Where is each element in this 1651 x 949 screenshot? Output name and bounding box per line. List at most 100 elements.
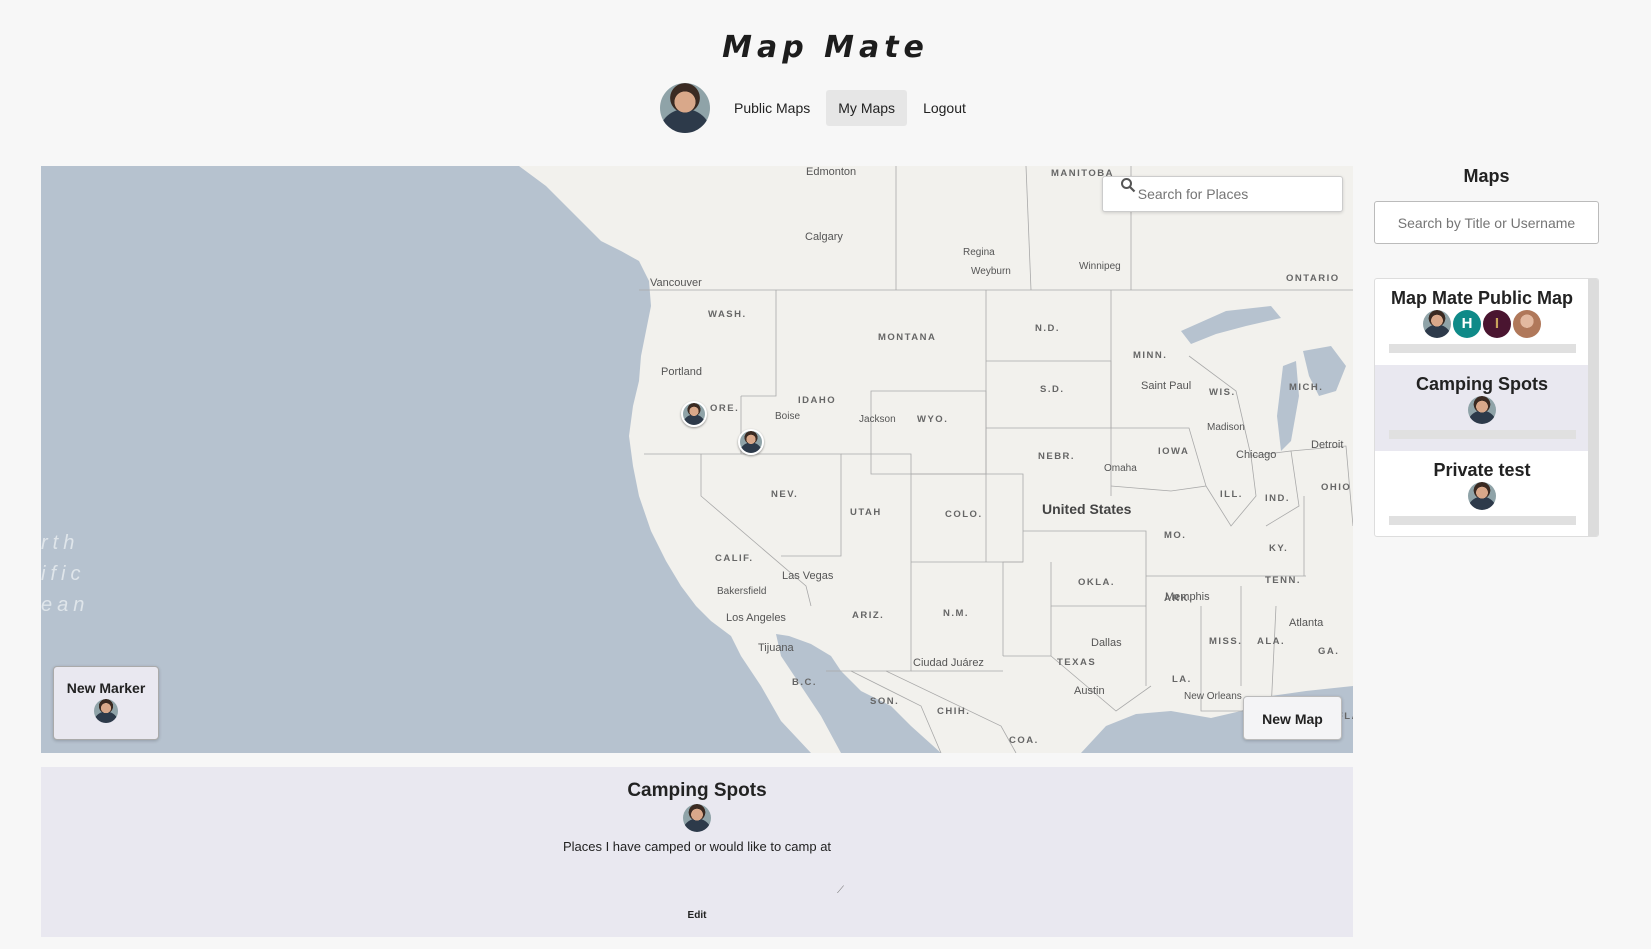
- city-label: Calgary: [805, 231, 843, 243]
- state-label: NEV.: [771, 489, 799, 500]
- state-label: WYO.: [917, 414, 949, 425]
- ocean-label: ean: [41, 594, 90, 616]
- state-label: ALA.: [1257, 636, 1286, 647]
- member-avatar: [1423, 310, 1451, 338]
- city-label: Boise: [775, 411, 801, 422]
- city-label: Portland: [661, 366, 702, 378]
- member-avatars: [1375, 396, 1589, 424]
- map-list-item[interactable]: Camping Spots: [1375, 365, 1589, 451]
- member-avatar: [1513, 310, 1541, 338]
- city-label: Edmonton: [806, 166, 857, 178]
- state-label: MINN.: [1133, 350, 1168, 361]
- new-marker-button[interactable]: New Marker: [53, 666, 159, 740]
- map-item-title: Private test: [1433, 460, 1531, 480]
- state-label: N.M.: [943, 608, 970, 619]
- map-details-title: Camping Spots: [627, 780, 767, 801]
- map-item-title: Map Mate Public Map: [1390, 288, 1574, 308]
- city-label: Detroit: [1311, 439, 1344, 451]
- state-label: SON.: [870, 696, 900, 707]
- member-avatars: H I: [1375, 310, 1589, 338]
- state-label: IND.: [1265, 493, 1290, 504]
- member-avatars: [1375, 482, 1589, 510]
- ocean-label: rth: [41, 532, 80, 554]
- state-label: COA.: [1009, 735, 1039, 746]
- city-label: Tijuana: [758, 642, 794, 654]
- member-avatar: H: [1453, 310, 1481, 338]
- state-label: WIS.: [1209, 387, 1236, 398]
- place-search: [1102, 176, 1343, 212]
- state-label: MISS.: [1209, 636, 1243, 647]
- state-label: NEBR.: [1038, 451, 1076, 462]
- edit-button[interactable]: Edit: [41, 910, 1353, 921]
- state-label: MO.: [1164, 530, 1187, 541]
- state-label: B.C.: [792, 677, 817, 688]
- map-list-item[interactable]: Map Mate Public Map H I: [1375, 279, 1589, 365]
- state-label: LA.: [1172, 674, 1192, 685]
- state-label: ILL.: [1220, 489, 1243, 500]
- ocean-label: ific: [41, 563, 86, 585]
- state-label: CHIH.: [937, 706, 971, 717]
- map-canvas[interactable]: Edmonton Calgary Regina Weyburn Winnipeg…: [41, 166, 1353, 753]
- city-label: Jackson: [859, 414, 896, 425]
- state-label: MICH.: [1289, 382, 1324, 393]
- new-marker-avatar: [94, 699, 118, 723]
- map-search-input[interactable]: [1374, 201, 1599, 244]
- city-label: Atlanta: [1289, 617, 1324, 629]
- city-label: Weyburn: [971, 266, 1011, 277]
- country-label: United States: [1042, 501, 1132, 517]
- user-avatar[interactable]: [660, 83, 710, 133]
- state-label: ONTARIO: [1286, 273, 1340, 284]
- state-label: IDAHO: [798, 395, 837, 406]
- state-label: TEXAS: [1057, 657, 1097, 668]
- city-label: Vancouver: [650, 277, 702, 289]
- map-item-bar: [1389, 430, 1576, 439]
- map-list-item[interactable]: Private test: [1375, 451, 1589, 536]
- map-marker[interactable]: [738, 429, 764, 455]
- member-avatar: [1468, 482, 1496, 510]
- map-details-panel: Camping Spots Places I have camped or wo…: [41, 767, 1353, 937]
- map-description: Places I have camped or would like to ca…: [562, 839, 832, 854]
- state-label: IOWA: [1158, 446, 1190, 457]
- state-label: COLO.: [945, 509, 983, 520]
- city-label: Madison: [1207, 422, 1245, 433]
- state-label: KY.: [1269, 543, 1289, 554]
- city-label: Austin: [1074, 685, 1105, 697]
- state-label: CALIF.: [715, 553, 754, 564]
- map-basemap: [519, 166, 1353, 753]
- state-label: GA.: [1318, 646, 1340, 657]
- city-label: Bakersfield: [717, 586, 767, 597]
- map-item-title: Camping Spots: [1415, 374, 1548, 394]
- main-nav: Public Maps My Maps Logout: [660, 83, 978, 133]
- member-avatar: I: [1483, 310, 1511, 338]
- city-label: New Orleans: [1184, 691, 1242, 702]
- resize-handle-icon[interactable]: ⟋: [837, 885, 844, 896]
- new-marker-label: New Marker: [66, 680, 146, 696]
- nav-my-maps[interactable]: My Maps: [826, 90, 908, 126]
- map-item-bar: [1389, 516, 1576, 525]
- nav-logout[interactable]: Logout: [911, 90, 978, 126]
- city-label: Regina: [963, 247, 995, 258]
- city-label: Chicago: [1236, 449, 1277, 461]
- state-label: ARIZ.: [852, 610, 885, 621]
- scrollbar[interactable]: [1588, 279, 1598, 536]
- city-label: Dallas: [1091, 637, 1122, 649]
- map-marker[interactable]: [681, 401, 707, 427]
- state-label: TENN.: [1265, 575, 1301, 586]
- sidebar-title: Maps: [1463, 166, 1510, 186]
- state-label: N.D.: [1035, 323, 1060, 334]
- app-title: Map Mate: [722, 30, 929, 65]
- state-label: UTAH: [850, 507, 882, 518]
- city-label: Las Vegas: [782, 570, 834, 582]
- state-label: S.D.: [1040, 384, 1065, 395]
- city-label: Los Angeles: [726, 612, 786, 624]
- state-label: OKLA.: [1078, 577, 1116, 588]
- map-list: Map Mate Public Map H I Camping Spots Pr…: [1374, 278, 1599, 537]
- owner-avatar: [683, 804, 711, 832]
- state-label: ARK.: [1164, 593, 1194, 604]
- new-map-button[interactable]: New Map: [1243, 696, 1342, 740]
- nav-public-maps[interactable]: Public Maps: [722, 90, 822, 126]
- state-label: ORE.: [710, 403, 740, 414]
- state-label: WASH.: [708, 309, 747, 320]
- city-label: Omaha: [1104, 463, 1137, 474]
- city-label: Saint Paul: [1141, 380, 1192, 392]
